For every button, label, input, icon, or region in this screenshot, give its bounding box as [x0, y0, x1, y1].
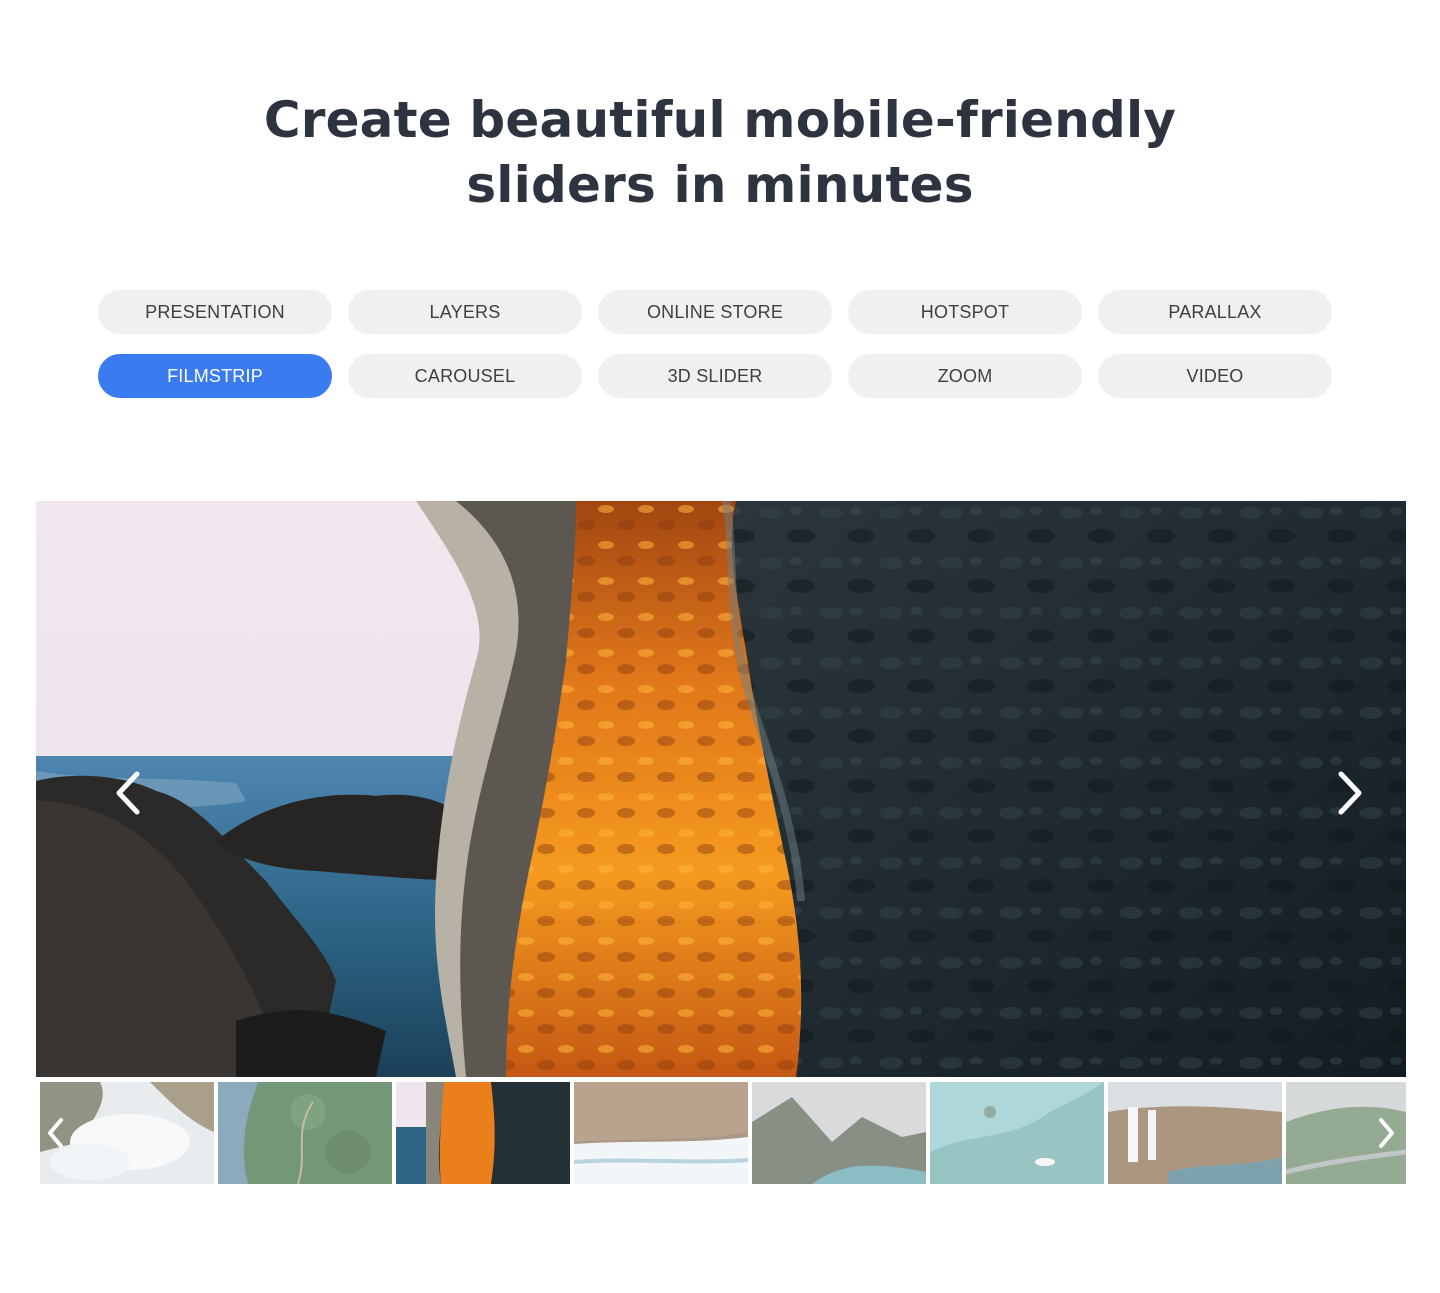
- thumbnail-turquoise-lagoon[interactable]: [930, 1082, 1104, 1184]
- headline-line-1: Create beautiful mobile-friendly: [263, 91, 1177, 149]
- chevron-right-icon: [1338, 771, 1362, 815]
- tab-layers[interactable]: LAYERS: [348, 290, 582, 334]
- tab-zoom[interactable]: ZOOM: [848, 354, 1082, 398]
- main-slide[interactable]: [36, 501, 1406, 1077]
- slider-type-tabs: PRESENTATION LAYERS ONLINE STORE HOTSPOT…: [98, 290, 1338, 418]
- chevron-right-icon: [1379, 1118, 1394, 1148]
- thumbnail-rocky-shore[interactable]: [574, 1082, 748, 1184]
- thumbnail-forest-aerial[interactable]: [218, 1082, 392, 1184]
- tab-parallax[interactable]: PARALLAX: [1098, 290, 1332, 334]
- tab-row-2: FILMSTRIP CAROUSEL 3D SLIDER ZOOM VIDEO: [98, 354, 1338, 398]
- tab-video[interactable]: VIDEO: [1098, 354, 1332, 398]
- tab-row-1: PRESENTATION LAYERS ONLINE STORE HOTSPOT…: [98, 290, 1338, 334]
- filmstrip-prev-button[interactable]: [42, 1112, 68, 1154]
- tab-3d-slider[interactable]: 3D SLIDER: [598, 354, 832, 398]
- thumbnail-waterfall[interactable]: [1108, 1082, 1282, 1184]
- chevron-left-icon: [48, 1118, 63, 1148]
- chevron-left-icon: [116, 771, 140, 815]
- headline-line-2: sliders in minutes: [466, 156, 974, 214]
- slider-prev-button[interactable]: [108, 763, 148, 823]
- filmstrip-next-button[interactable]: [1374, 1112, 1400, 1154]
- tab-hotspot[interactable]: HOTSPOT: [848, 290, 1082, 334]
- thumbnail-mountain-bay[interactable]: [752, 1082, 926, 1184]
- tab-online-store[interactable]: ONLINE STORE: [598, 290, 832, 334]
- filmstrip-thumbnails: [40, 1082, 1406, 1184]
- tab-filmstrip[interactable]: FILMSTRIP: [98, 354, 332, 398]
- thumbnail-sea-cave[interactable]: [396, 1082, 570, 1184]
- slider-next-button[interactable]: [1330, 763, 1370, 823]
- page-headline: Create beautiful mobile-friendly sliders…: [0, 88, 1440, 218]
- main-slide-image: [36, 501, 1406, 1077]
- tab-presentation[interactable]: PRESENTATION: [98, 290, 332, 334]
- tab-carousel[interactable]: CAROUSEL: [348, 354, 582, 398]
